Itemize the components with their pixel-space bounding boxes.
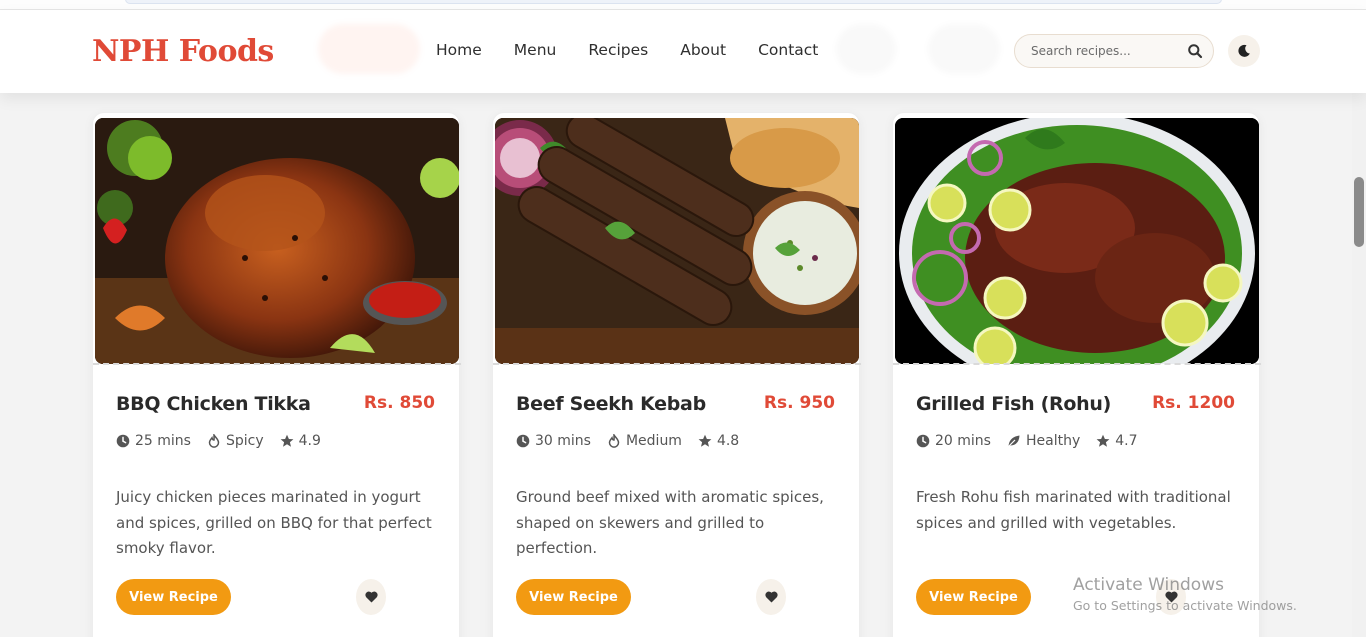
- recipe-meta: 20 mins Healthy 4.7: [916, 433, 1154, 449]
- favorite-button[interactable]: [756, 579, 786, 615]
- meta-time-text: 20 mins: [935, 433, 991, 449]
- nav-ghost-pill: [318, 24, 420, 74]
- recipe-image-grilled-fish[interactable]: [895, 118, 1259, 364]
- image-divider: [93, 363, 461, 366]
- meta-rating-text: 4.8: [716, 433, 740, 449]
- nav-ghost-pill: [928, 24, 1000, 74]
- meta-rating: 4.9: [280, 433, 321, 449]
- meta-level: Healthy: [1007, 433, 1080, 449]
- recipe-card: Grilled Fish (Rohu) Rs. 1200 20 mins Hea…: [892, 112, 1261, 637]
- meta-level-text: Healthy: [1025, 433, 1081, 449]
- nav-recipes[interactable]: Recipes: [588, 41, 648, 59]
- site-header: NPH Foods Home Menu Recipes About Contac…: [0, 10, 1366, 93]
- clock-icon: [916, 434, 930, 448]
- recipe-image-bbq-chicken[interactable]: [95, 118, 459, 364]
- nav-contact[interactable]: Contact: [758, 41, 818, 59]
- activate-windows-watermark: Activate Windows Go to Settings to activ…: [1073, 575, 1297, 613]
- meta-time-text: 30 mins: [535, 433, 591, 449]
- leaf-icon: [1008, 435, 1020, 447]
- recipe-price: Rs. 950: [763, 393, 835, 413]
- meta-rating: 4.8: [698, 433, 739, 449]
- recipe-description: Fresh Rohu fish marinated with tradition…: [916, 488, 1231, 532]
- meta-rating-text: 4.9: [298, 433, 321, 449]
- meta-time: 25 mins: [116, 433, 191, 449]
- recipe-title: BBQ Chicken Tikka: [116, 393, 311, 415]
- search-box: [1014, 34, 1214, 68]
- address-bar[interactable]: [125, 0, 1222, 4]
- browser-top-strip: [0, 0, 1366, 10]
- image-divider: [893, 363, 1261, 366]
- recipe-image-seekh-kebab[interactable]: [495, 118, 859, 364]
- recipe-price: Rs. 1200: [1152, 393, 1235, 413]
- meta-time-text: 25 mins: [135, 433, 191, 449]
- meta-rating: 4.7: [1096, 433, 1138, 449]
- recipe-description: Ground beef mixed with aromatic spices, …: [516, 488, 824, 557]
- recipe-meta: 25 mins Spicy 4.9: [116, 433, 337, 449]
- watermark-title: Activate Windows: [1073, 575, 1224, 595]
- search-icon[interactable]: [1187, 43, 1203, 59]
- nav-menu[interactable]: Menu: [514, 41, 557, 59]
- nav-about[interactable]: About: [680, 41, 726, 59]
- clock-icon: [516, 434, 530, 448]
- view-recipe-button[interactable]: View Recipe: [116, 579, 231, 615]
- recipe-card: BBQ Chicken Tikka Rs. 850 25 mins Spicy …: [92, 112, 461, 637]
- meta-time: 20 mins: [916, 433, 991, 449]
- recipe-description: Juicy chicken pieces marinated in yogurt…: [116, 488, 432, 557]
- view-recipe-button[interactable]: View Recipe: [916, 579, 1031, 615]
- image-divider: [493, 363, 861, 366]
- recipe-title: Beef Seekh Kebab: [516, 393, 706, 415]
- star-icon: [698, 434, 712, 447]
- meta-level-text: Spicy: [225, 433, 264, 449]
- fire-icon: [208, 434, 220, 448]
- meta-rating-text: 4.7: [1115, 433, 1138, 449]
- scrollbar-thumb[interactable]: [1354, 177, 1364, 247]
- nav-home[interactable]: Home: [436, 41, 482, 59]
- heart-icon: [764, 591, 778, 603]
- star-icon: [280, 434, 294, 447]
- clock-icon: [116, 434, 130, 448]
- recipe-title: Grilled Fish (Rohu): [916, 393, 1111, 415]
- meta-time: 30 mins: [516, 433, 591, 449]
- theme-toggle-button[interactable]: [1228, 35, 1260, 67]
- view-recipe-button[interactable]: View Recipe: [516, 579, 631, 615]
- brand-logo[interactable]: NPH Foods: [92, 34, 274, 69]
- watermark-subtitle: Go to Settings to activate Windows.: [1073, 598, 1297, 613]
- main-nav: Home Menu Recipes About Contact: [436, 41, 818, 59]
- meta-level: Spicy: [207, 433, 264, 449]
- meta-level: Medium: [607, 433, 682, 449]
- fire-icon: [608, 434, 620, 448]
- heart-icon: [364, 591, 378, 603]
- star-icon: [1096, 434, 1110, 447]
- recipe-price: Rs. 850: [363, 393, 435, 413]
- search-input[interactable]: [1031, 42, 1181, 60]
- moon-icon: [1238, 44, 1250, 57]
- recipe-card: Beef Seekh Kebab Rs. 950 30 mins Medium …: [492, 112, 861, 637]
- recipe-meta: 30 mins Medium 4.8: [516, 433, 755, 449]
- page-scrollbar[interactable]: [1352, 10, 1366, 637]
- meta-level-text: Medium: [625, 433, 682, 449]
- favorite-button[interactable]: [356, 579, 386, 615]
- nav-ghost-pill: [836, 24, 896, 74]
